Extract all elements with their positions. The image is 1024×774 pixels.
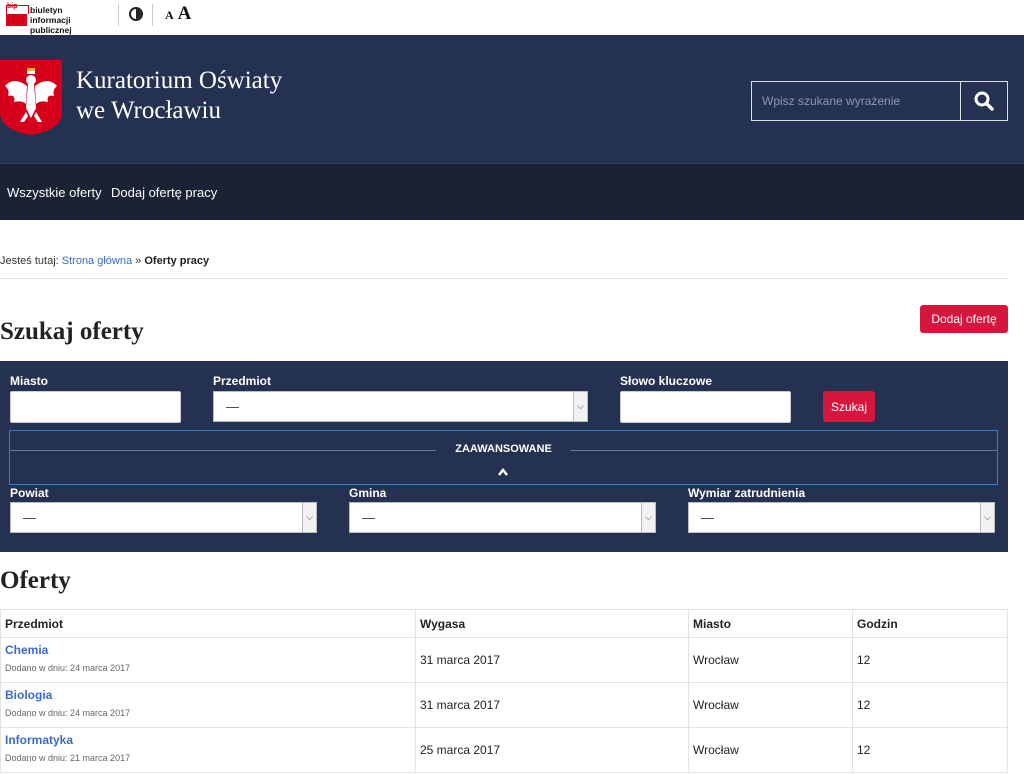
hours-cell: 12 <box>852 682 1008 728</box>
subject-cell: Biologia Dodano w dniu: 24 marca 2017 <box>0 682 416 728</box>
divider <box>118 4 119 26</box>
keyword-label: Słowo kluczowe <box>620 374 713 388</box>
chevron-down-icon: ⌵ <box>573 392 587 421</box>
breadcrumb-prefix: Jesteś tutaj: <box>0 255 59 267</box>
keyword-input[interactable] <box>620 391 791 423</box>
breadcrumb-current: Oferty pracy <box>144 255 210 267</box>
district-select[interactable]: — ⌵ <box>10 502 317 533</box>
search-heading: Szukaj oferty <box>0 318 144 345</box>
city-input[interactable] <box>10 391 181 423</box>
city-cell: Wrocław <box>688 682 853 728</box>
district-label: Powiat <box>10 486 49 500</box>
city-label: Miasto <box>10 374 49 388</box>
font-small-button[interactable]: A <box>165 8 174 22</box>
expires-cell: 31 marca 2017 <box>415 682 689 728</box>
subject-select[interactable]: — ⌵ <box>213 391 588 422</box>
advanced-label: ZAAWANSOWANE <box>455 443 552 455</box>
chevron-down-icon: ⌵ <box>641 503 655 532</box>
contrast-icon[interactable] <box>129 7 143 21</box>
bip-text: biuletyn informacji publicznej <box>30 5 112 35</box>
table-row[interactable]: Chemia Dodano w dniu: 24 marca 2017 31 m… <box>0 637 1008 683</box>
search-input[interactable] <box>752 82 960 120</box>
hours-cell: 12 <box>852 727 1008 773</box>
offers-table: Przedmiot Wygasa Miasto Godzin Chemia Do… <box>0 609 1008 773</box>
nav-item-add-offer[interactable]: Dodaj ofertę pracy <box>111 185 217 200</box>
chevron-down-icon: ⌵ <box>302 503 316 532</box>
subject-cell: Informatyka Dodano w dniu: 21 marca 2017 <box>0 727 416 773</box>
table-header-row: Przedmiot Wygasa Miasto Godzin <box>0 609 1008 638</box>
divider <box>570 450 997 451</box>
expires-cell: 31 marca 2017 <box>415 637 689 683</box>
chevron-down-icon: ⌵ <box>980 503 994 532</box>
subject-cell: Chemia Dodano w dniu: 24 marca 2017 <box>0 637 416 683</box>
commune-label: Gmina <box>349 486 387 500</box>
header-search <box>751 81 1008 121</box>
search-panel: Miasto Przedmiot — ⌵ Słowo kluczowe Szuk… <box>0 361 1008 552</box>
bip-line-2: informacji publicznej <box>30 15 72 35</box>
table-row[interactable]: Informatyka Dodano w dniu: 21 marca 2017… <box>0 727 1008 773</box>
breadcrumb-home-link[interactable]: Strona główna <box>62 255 132 267</box>
expires-cell: 25 marca 2017 <box>415 727 689 773</box>
bip-line-1: biuletyn <box>30 5 63 15</box>
font-big-button[interactable]: A <box>178 3 192 24</box>
column-header-subject[interactable]: Przedmiot <box>0 609 416 638</box>
offer-subject-link[interactable]: Chemia <box>5 643 415 657</box>
main-nav: Wszystkie oferty Dodaj ofertę pracy <box>0 163 1024 220</box>
offer-subject-link[interactable]: Biologia <box>5 688 415 702</box>
offer-subject-link[interactable]: Informatyka <box>5 733 415 747</box>
bip-flag-text: bip <box>7 3 18 10</box>
bip-logo-icon[interactable]: bip biuletyn informacji publicznej <box>6 3 112 35</box>
offer-added-date: Dodano w dniu: 21 marca 2017 <box>5 753 131 763</box>
font-size-toggle[interactable]: A A <box>165 3 191 25</box>
employment-label: Wymiar zatrudnienia <box>688 486 806 500</box>
column-header-city[interactable]: Miasto <box>688 609 853 638</box>
employment-select-value: — <box>701 510 714 525</box>
divider <box>152 4 153 26</box>
search-button[interactable] <box>960 82 1007 120</box>
top-utility-bar: bip biuletyn informacji publicznej A A <box>0 0 1024 35</box>
column-header-hours[interactable]: Godzin <box>852 609 1008 638</box>
site-title-line-1: Kuratorium Oświaty <box>76 67 283 94</box>
site-header: Kuratorium Oświaty we Wrocławiu <box>0 35 1024 163</box>
commune-select-value: — <box>362 510 375 525</box>
table-row[interactable]: Biologia Dodano w dniu: 24 marca 2017 31… <box>0 682 1008 728</box>
breadcrumb-separator: » <box>135 255 142 267</box>
city-cell: Wrocław <box>688 637 853 683</box>
employment-select[interactable]: — ⌵ <box>688 502 995 533</box>
nav-item-all-offers[interactable]: Wszystkie oferty <box>7 185 102 200</box>
city-cell: Wrocław <box>688 727 853 773</box>
advanced-toggle[interactable]: ZAAWANSOWANE <box>9 430 998 485</box>
column-header-expires[interactable]: Wygasa <box>415 609 689 638</box>
subject-select-value: — <box>226 399 239 414</box>
add-offer-button[interactable]: Dodaj ofertę <box>920 305 1008 333</box>
search-icon <box>974 91 994 111</box>
search-submit-button[interactable]: Szukaj <box>823 391 875 422</box>
hours-cell: 12 <box>852 637 1008 683</box>
site-title-line-2: we Wrocławiu <box>76 97 222 124</box>
breadcrumb: Jesteś tutaj: Strona główna » Oferty pra… <box>0 255 209 267</box>
district-select-value: — <box>23 510 36 525</box>
offer-added-date: Dodano w dniu: 24 marca 2017 <box>5 708 131 718</box>
subject-label: Przedmiot <box>213 374 272 388</box>
offer-added-date: Dodano w dniu: 24 marca 2017 <box>5 663 131 673</box>
site-title[interactable]: Kuratorium Oświaty we Wrocławiu <box>76 66 282 126</box>
eagle-emblem-icon[interactable] <box>0 60 62 135</box>
commune-select[interactable]: — ⌵ <box>349 502 656 533</box>
divider <box>0 278 1008 279</box>
chevron-up-icon[interactable] <box>497 466 509 478</box>
offers-heading: Oferty <box>0 567 71 594</box>
